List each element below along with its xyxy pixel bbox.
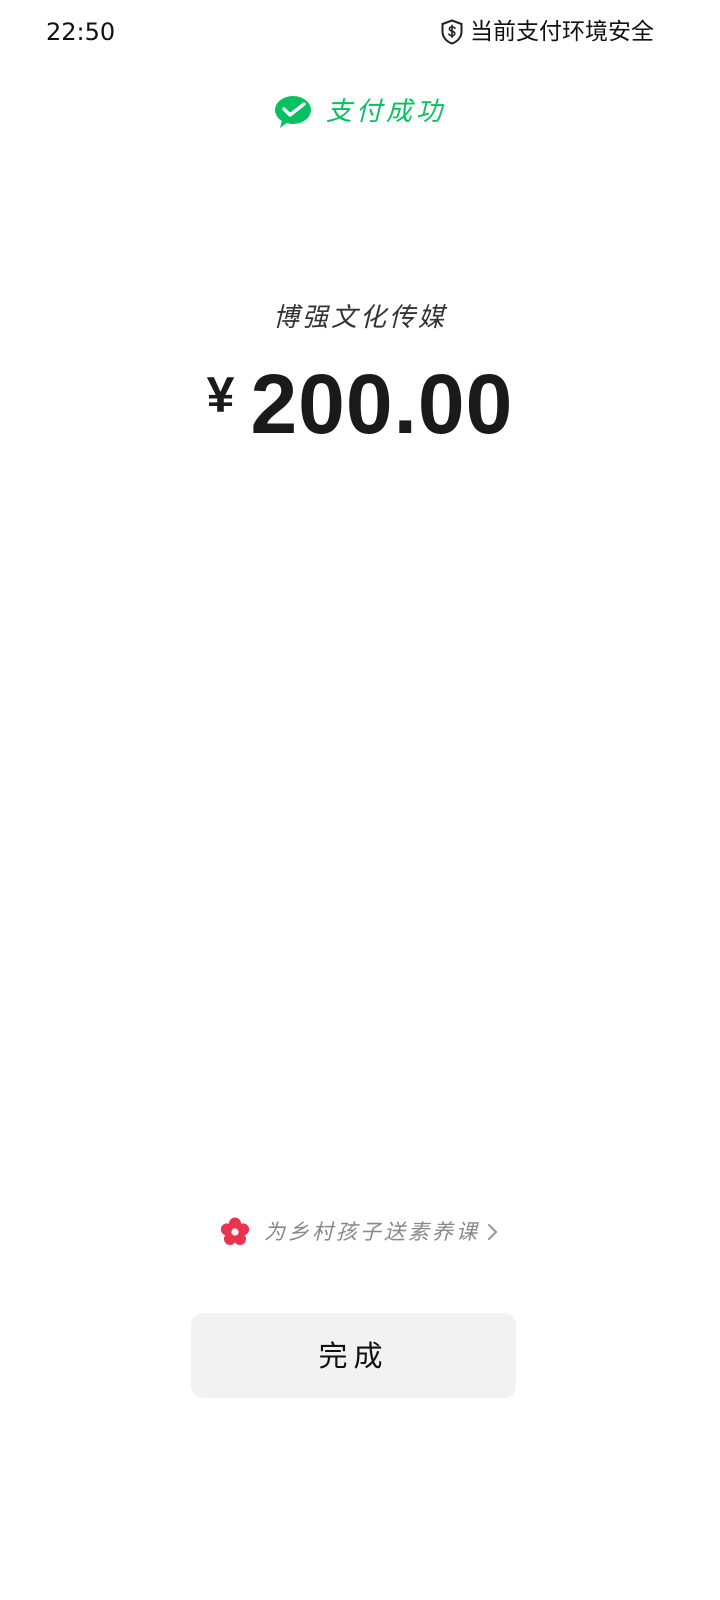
currency-symbol: ¥ [206,367,235,423]
flower-icon [220,1217,250,1245]
done-button-label: 完成 [318,1338,389,1373]
status-bar: 22:50 当前支付环境安全 [0,0,720,64]
shield-dollar-icon [441,19,463,45]
done-button[interactable]: 完成 [191,1313,516,1398]
payment-success-header: 支付成功 [0,92,720,132]
charity-promo-text: 为乡村孩子送素养课 [264,1220,480,1244]
security-status-text: 当前支付环境安全 [470,19,654,45]
payment-amount: ¥ 200.00 [0,356,720,452]
merchant-name: 博强文化传媒 [272,303,447,333]
payment-success-title: 支付成功 [325,97,446,127]
charity-promo-link[interactable]: 为乡村孩子送素养课 [0,1212,720,1252]
wechat-pay-icon [274,96,311,128]
amount-value: 200.00 [250,357,514,451]
status-time: 22:50 [46,18,116,46]
payment-security-indicator: 当前支付环境安全 [440,16,654,48]
chevron-right-icon [488,1224,497,1240]
